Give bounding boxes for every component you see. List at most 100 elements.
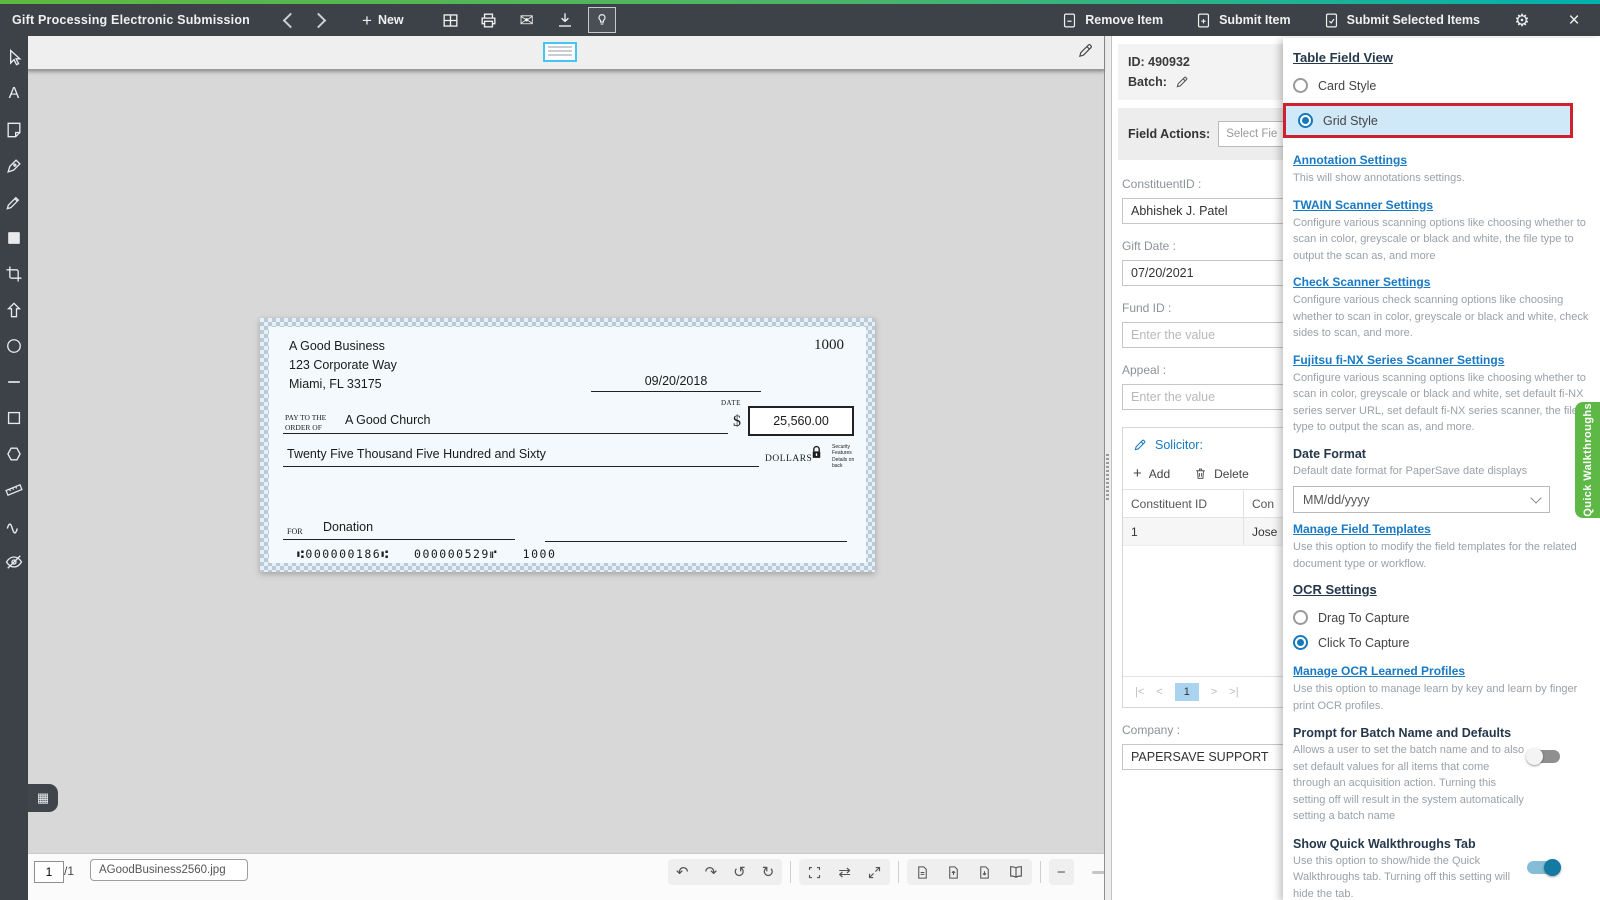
pointer-tool-button[interactable] xyxy=(2,46,26,69)
date-format-value: MM/dd/yyyy xyxy=(1303,493,1370,507)
manage-ocr-profiles-link[interactable]: Manage OCR Learned Profiles xyxy=(1293,664,1465,678)
swap-horizontal-icon: ⇄ xyxy=(838,865,851,880)
card-style-option[interactable]: Card Style xyxy=(1293,73,1600,98)
submit-selected-items-button[interactable]: Submit Selected Items xyxy=(1319,7,1484,33)
titlebar-actions: Remove Item Submit Item Submit Selected … xyxy=(1057,7,1588,33)
page-thumbnail[interactable] xyxy=(543,42,577,62)
field-actions-label: Field Actions: xyxy=(1128,127,1210,141)
single-page-view-button[interactable] xyxy=(915,865,930,880)
new-button[interactable]: + New xyxy=(358,7,408,33)
highlighter-tool-button[interactable] xyxy=(2,190,26,213)
delete-solicitor-button[interactable]: Delete xyxy=(1194,465,1249,482)
show-qw-toggle[interactable] xyxy=(1527,861,1560,874)
minus-icon: − xyxy=(1057,865,1066,880)
undo-button[interactable]: ↶ xyxy=(676,865,689,880)
zoom-out-group: − xyxy=(1049,859,1074,885)
radio-selected-icon xyxy=(1293,635,1308,650)
edit-batch-button[interactable] xyxy=(1175,75,1189,89)
export-page-button[interactable] xyxy=(946,865,961,880)
line-tool-button[interactable] xyxy=(2,370,26,393)
arrow-stamp-tool-button[interactable] xyxy=(2,298,26,321)
scan-capture-button[interactable] xyxy=(588,7,616,33)
zoom-out-button[interactable]: − xyxy=(1057,865,1066,880)
annotation-toolbar: A xyxy=(0,36,28,900)
actual-size-button[interactable] xyxy=(867,865,882,880)
pager-current-page[interactable]: 1 xyxy=(1175,683,1199,701)
check-payer-city: Miami, FL 33175 xyxy=(289,375,397,394)
check-scanner-settings-link[interactable]: Check Scanner Settings xyxy=(1293,275,1430,289)
page-number-input[interactable] xyxy=(34,861,64,883)
column-header[interactable]: Constituent ID xyxy=(1123,490,1244,518)
email-button[interactable]: ✉ xyxy=(512,7,542,33)
check-scanner-settings-desc: Configure various check scanning options… xyxy=(1293,292,1591,342)
check-dollar-sign: $ xyxy=(733,413,741,431)
fit-width-button[interactable]: ⇄ xyxy=(838,865,851,880)
rotate-right-button[interactable]: ↻ xyxy=(762,865,775,880)
print-button[interactable] xyxy=(474,7,504,33)
manage-ocr-profiles-desc: Use this option to manage learn by key a… xyxy=(1293,681,1591,714)
download-button[interactable] xyxy=(550,7,580,33)
filename-input[interactable] xyxy=(90,859,248,881)
edit-annotations-button[interactable] xyxy=(1077,42,1094,59)
polygon-tool-button[interactable] xyxy=(2,442,26,465)
settings-gear-button[interactable]: ⚙ xyxy=(1508,7,1536,33)
squiggle-icon xyxy=(4,516,24,536)
solicitor-label: Solicitor: xyxy=(1155,438,1203,452)
remove-item-button[interactable]: Remove Item xyxy=(1057,7,1167,33)
expand-diagonal-icon xyxy=(867,865,882,880)
crop-tool-button[interactable] xyxy=(2,262,26,285)
add-solicitor-button[interactable]: + Add xyxy=(1133,465,1170,482)
hide-annotations-tool-button[interactable] xyxy=(2,550,26,573)
fit-to-screen-button[interactable] xyxy=(807,865,822,880)
ellipse-tool-button[interactable] xyxy=(2,334,26,357)
two-page-view-button[interactable] xyxy=(1008,864,1024,880)
annotation-settings-link[interactable]: Annotation Settings xyxy=(1293,153,1407,167)
redo-button[interactable]: ↷ xyxy=(705,865,718,880)
filled-square-icon xyxy=(4,228,24,248)
check-payto-label: PAY TO THE ORDER OF xyxy=(285,413,326,433)
pager-next-button[interactable]: > xyxy=(1211,686,1217,698)
padlock-icon xyxy=(810,445,823,460)
check-face: A Good Business 123 Corporate Way Miami,… xyxy=(269,327,866,563)
previous-item-button[interactable] xyxy=(276,7,304,33)
toolbar-divider xyxy=(790,861,791,883)
ruler-tool-button[interactable] xyxy=(2,478,26,501)
rectangle-tool-button[interactable] xyxy=(2,406,26,429)
card-style-label: Card Style xyxy=(1318,79,1376,93)
fujitsu-scanner-settings-link[interactable]: Fujitsu fi-NX Series Scanner Settings xyxy=(1293,353,1504,367)
next-item-button[interactable] xyxy=(304,7,332,33)
filled-rectangle-tool-button[interactable] xyxy=(2,226,26,249)
note-tool-button[interactable] xyxy=(2,118,26,141)
document-canvas[interactable]: A Good Business 123 Corporate Way Miami,… xyxy=(28,70,1104,853)
quick-walkthroughs-tab[interactable]: Quick Walkthroughs xyxy=(1575,402,1600,518)
pager-last-button[interactable]: >| xyxy=(1229,686,1238,698)
twain-scanner-settings-link[interactable]: TWAIN Scanner Settings xyxy=(1293,198,1433,212)
text-tool-button[interactable]: A xyxy=(2,82,26,105)
document-minus-icon xyxy=(1061,12,1078,29)
grid-style-option[interactable]: Grid Style xyxy=(1298,108,1570,133)
save-page-button[interactable] xyxy=(977,865,992,880)
manage-field-templates-link[interactable]: Manage Field Templates xyxy=(1293,522,1431,536)
click-to-capture-option[interactable]: Click To Capture xyxy=(1293,630,1600,655)
panel-splitter[interactable] xyxy=(1104,36,1112,900)
check-payee-line xyxy=(283,433,728,434)
ruler-icon xyxy=(4,480,24,500)
submit-item-button[interactable]: Submit Item xyxy=(1191,7,1295,33)
pager-first-button[interactable]: |< xyxy=(1135,686,1144,698)
drag-to-capture-option[interactable]: Drag To Capture xyxy=(1293,605,1600,630)
freehand-tool-button[interactable] xyxy=(2,514,26,537)
submit-item-label: Submit Item xyxy=(1219,13,1291,27)
rotate-left-button[interactable]: ↺ xyxy=(733,865,746,880)
close-button[interactable]: × xyxy=(1560,7,1588,33)
grid-icon: ▦ xyxy=(37,790,49,805)
grid-view-button[interactable] xyxy=(436,7,466,33)
prompt-batch-toggle[interactable] xyxy=(1527,750,1560,763)
thumbnail-panel-toggle-button[interactable]: ▦ xyxy=(28,784,58,812)
pen-tool-button[interactable] xyxy=(2,154,26,177)
page-tools-group xyxy=(907,859,1032,885)
date-format-select[interactable]: MM/dd/yyyy xyxy=(1293,486,1550,513)
pager-prev-button[interactable]: < xyxy=(1156,686,1162,698)
fit-corners-icon xyxy=(807,865,822,880)
show-quick-walkthroughs-setting: Show Quick Walkthroughs Tab Use this opt… xyxy=(1293,837,1600,900)
check-payer-name: A Good Business xyxy=(289,337,397,356)
